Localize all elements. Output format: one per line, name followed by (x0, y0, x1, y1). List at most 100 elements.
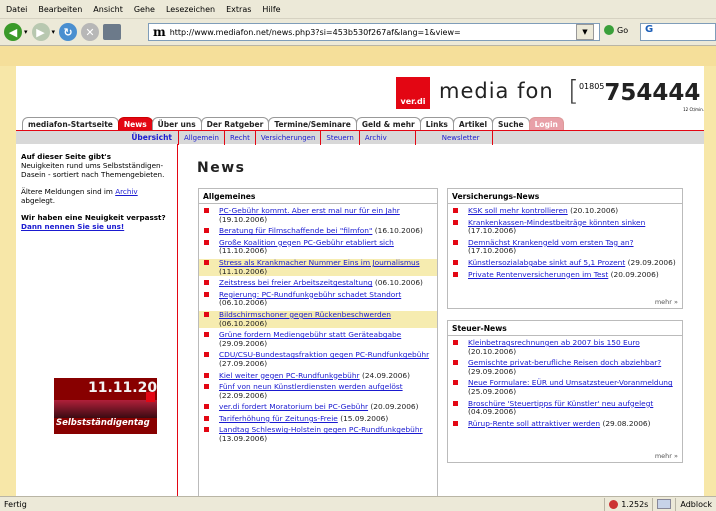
news-item[interactable]: Beratung für Filmschaffende bei "filmfon… (199, 226, 437, 236)
go-button[interactable]: Go (604, 25, 628, 35)
menu-lesezeichen[interactable]: Lesezeichen (166, 5, 215, 14)
bullet-icon (453, 340, 458, 345)
menu-datei[interactable]: Datei (6, 5, 27, 14)
menu-gehe[interactable]: Gehe (134, 5, 155, 14)
subnav-allgemein[interactable]: Allgemein (178, 130, 224, 145)
search-input[interactable]: G (640, 23, 716, 41)
menu-extras[interactable]: Extras (226, 5, 251, 14)
news-item[interactable]: Demnächst Krankengeld vom ersten Tag an?… (448, 238, 682, 256)
subnav-newsletter[interactable]: Newsletter (416, 130, 493, 145)
sub-navigation: Übersicht Allgemein Recht Versicherungen… (16, 130, 704, 145)
news-item[interactable]: Bildschirmschoner gegen Rückenbeschwerde… (199, 310, 437, 329)
reload-button[interactable]: ↻ (59, 23, 78, 41)
menu-ansicht[interactable]: Ansicht (93, 5, 123, 14)
news-date: (29.09.2006) (468, 366, 517, 376)
news-item[interactable]: CDU/CSU-Bundestagsfraktion gegen PC-Rund… (199, 351, 437, 368)
status-text: Fertig (4, 499, 27, 509)
tab-termine[interactable]: Termine/Seminare (268, 117, 357, 130)
forward-arrow-icon: ▶ (31, 23, 50, 41)
forward-button[interactable]: ▶ (31, 23, 50, 41)
news-item[interactable]: Große Koalition gegen PC-Gebühr etablier… (199, 238, 437, 256)
subnav-versicherungen[interactable]: Versicherungen (254, 130, 321, 145)
bullet-icon (204, 291, 209, 297)
tab-geld[interactable]: Geld & mehr (355, 117, 421, 130)
news-item[interactable]: Tariferhöhung für Zeitungs-Freie (15.09.… (199, 414, 437, 424)
bullet-icon (204, 332, 209, 338)
news-item[interactable]: KSK soll mehr kontrollieren (20.10.2006) (448, 206, 682, 216)
subnav-steuern[interactable]: Steuern (320, 130, 358, 145)
news-item[interactable]: Kleinbetragsrechnungen ab 2007 bis 150 E… (448, 338, 682, 356)
news-link[interactable]: Rürup-Rente soll attraktiver werden (468, 419, 600, 428)
url-input[interactable]: m http://www.mediafon.net/news.php3?si=4… (148, 23, 600, 41)
bullet-icon (453, 239, 458, 245)
tab-ratgeber[interactable]: Der Ratgeber (200, 117, 270, 130)
news-item[interactable]: Regierung: PC-Rundfunkgebühr schadet Sta… (199, 290, 437, 308)
subnav-uebersicht[interactable]: Übersicht (16, 133, 178, 142)
sidebar-intro: Neuigkeiten rund ums Selbstständigen-Das… (21, 161, 165, 179)
news-item[interactable]: Künstlersozialabgabe sinkt auf 5,1 Proze… (448, 257, 682, 268)
go-icon (604, 25, 614, 35)
tab-ueber-uns[interactable]: Über uns (151, 117, 202, 130)
news-date: (11.10.2006) (219, 266, 268, 276)
news-item[interactable]: PC-Gebühr kommt. Aber erst mal nur für e… (199, 206, 437, 224)
stop-button[interactable]: ✕ (81, 23, 100, 41)
subnav-recht[interactable]: Recht (223, 130, 255, 145)
phone-main: 754444 (604, 80, 701, 106)
news-item[interactable]: Private Rentenversicherungen im Test (20… (448, 270, 682, 280)
bullet-icon (204, 239, 209, 245)
menu-hilfe[interactable]: Hilfe (262, 5, 280, 14)
news-link[interactable]: Beratung für Filmschaffende bei "filmfon… (219, 226, 372, 235)
stop-icon: ✕ (81, 23, 100, 41)
news-link[interactable]: KSK soll mehr kontrollieren (468, 206, 568, 215)
status-panel-icon[interactable] (652, 497, 675, 511)
news-item[interactable]: ver.di fordert Moratorium bei PC-Gebühr … (199, 402, 437, 412)
bullet-icon (204, 311, 209, 317)
versicherung-more-link[interactable]: mehr » (655, 298, 678, 306)
menu-bearbeiten[interactable]: Bearbeiten (38, 5, 82, 14)
tab-startseite[interactable]: mediafon-Startseite (22, 117, 119, 130)
news-link[interactable]: Kiel weiter gegen PC-Rundfunkgebühr (219, 371, 360, 380)
news-item[interactable]: Stress als Krankmacher Nummer Eins im Jo… (199, 258, 437, 277)
url-dropdown-icon[interactable]: ▼ (576, 24, 594, 40)
forward-dropdown-icon[interactable]: ▾ (52, 28, 56, 36)
news-item[interactable]: Rürup-Rente soll attraktiver werden (29.… (448, 419, 682, 429)
subnav-archiv[interactable]: Archiv (358, 130, 416, 145)
verdi-logo: ver.di (396, 77, 430, 109)
news-link[interactable]: Zeitstress bei freier Arbeitszeitgestalt… (219, 278, 372, 287)
go-label: Go (617, 25, 629, 35)
bullet-icon (204, 352, 209, 358)
news-link[interactable]: Tariferhöhung für Zeitungs-Freie (219, 414, 338, 423)
news-item[interactable]: Gemischte privat-berufliche Reisen doch … (448, 358, 682, 376)
news-item[interactable]: Zeitstress bei freier Arbeitszeitgestalt… (199, 278, 437, 288)
news-item[interactable]: Krankenkassen-Mindestbeiträge könnten si… (448, 218, 682, 236)
steuer-more-link[interactable]: mehr » (655, 452, 678, 460)
news-item[interactable]: Neue Formulare: EÜR und Umsatzsteuer-Vor… (448, 379, 682, 396)
tab-artikel[interactable]: Artikel (452, 117, 494, 130)
back-button[interactable]: ◀ (4, 23, 22, 41)
news-date: (11.10.2006) (219, 246, 268, 256)
tell-us-link[interactable]: Dann nennen Sie sie uns! (21, 222, 124, 231)
news-date: (29.09.2006) (627, 257, 676, 267)
news-item[interactable]: Fünf von neun Künstlerdiensten werden au… (199, 382, 437, 400)
tab-login[interactable]: Login (528, 117, 564, 130)
news-item[interactable]: Kiel weiter gegen PC-Rundfunkgebühr (24.… (199, 371, 437, 381)
adblock-button[interactable]: Adblock (675, 497, 716, 511)
news-item[interactable]: Grüne fordern Mediengebühr statt Gerätea… (199, 330, 437, 348)
tab-links[interactable]: Links (419, 117, 454, 130)
web-page: ver.di media fon [ 01805 754444 12 Ct/mi… (0, 66, 716, 496)
news-item[interactable]: Landtag Schleswig-Holstein gegen PC-Rund… (199, 426, 437, 443)
tab-suche[interactable]: Suche (492, 117, 530, 130)
back-dropdown-icon[interactable]: ▾ (24, 28, 28, 36)
news-link[interactable]: ver.di fordert Moratorium bei PC-Gebühr (219, 402, 368, 411)
news-date: (04.09.2006) (468, 407, 517, 417)
home-button[interactable] (103, 24, 122, 40)
tab-news[interactable]: News (117, 117, 153, 130)
news-item[interactable]: Broschüre 'Steuertipps für Künstler' neu… (448, 399, 682, 417)
news-link[interactable]: Künstlersozialabgabe sinkt auf 5,1 Proze… (468, 258, 625, 267)
selbststaendigentag-banner[interactable]: 11.11.2006 Selbstständigentag (54, 378, 157, 434)
archive-link[interactable]: Archiv (115, 187, 137, 196)
steuer-box: Steuer-News Kleinbetragsrechnungen ab 20… (447, 320, 683, 463)
bullet-icon (204, 228, 209, 234)
site-logo[interactable]: ver.di media fon [ 01805 754444 12 Ct/mi… (396, 74, 706, 114)
news-link[interactable]: Private Rentenversicherungen im Test (468, 270, 608, 279)
